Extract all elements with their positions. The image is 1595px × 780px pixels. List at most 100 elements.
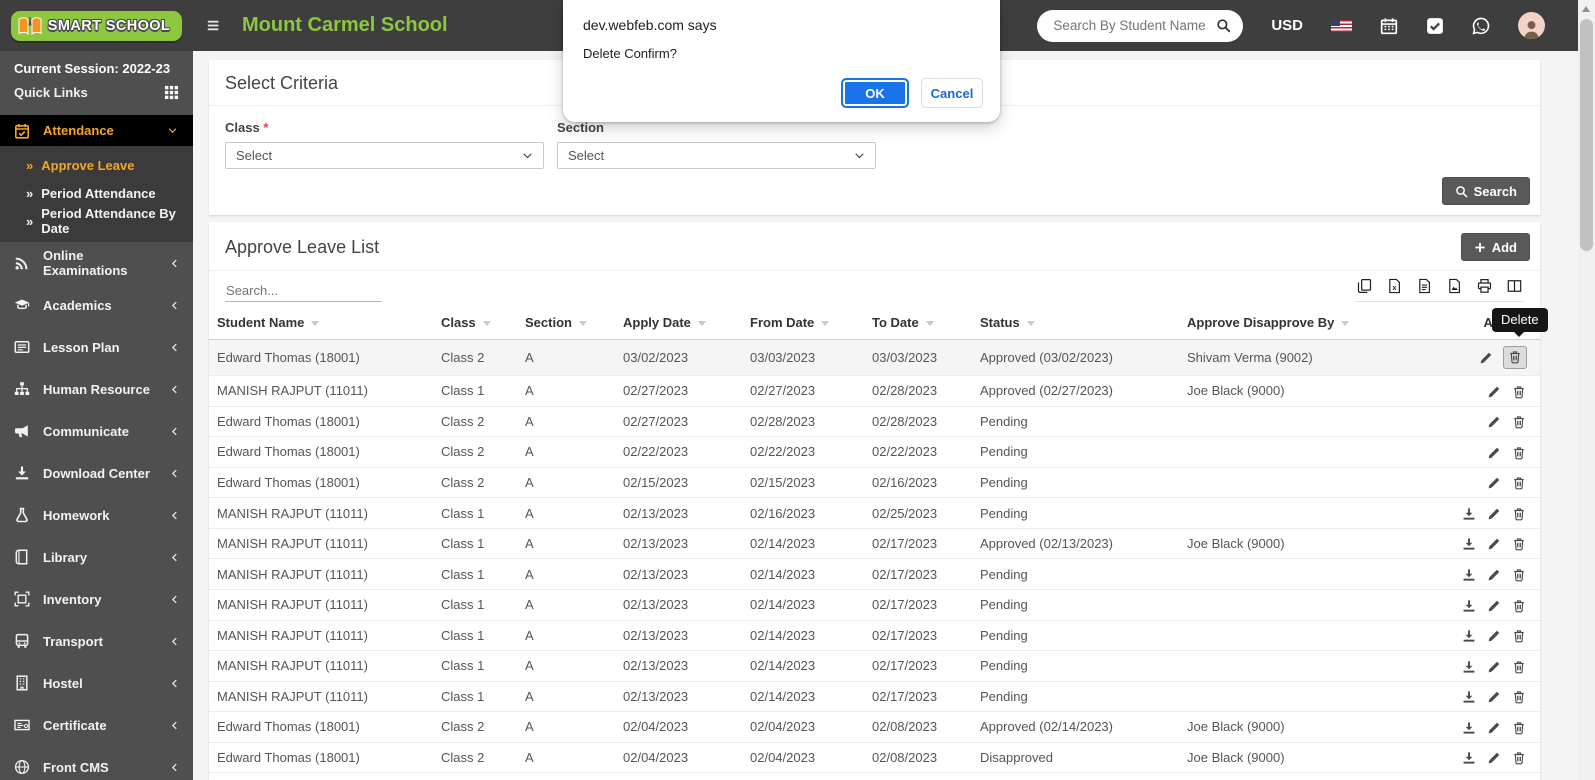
whatsapp-icon[interactable] — [1472, 17, 1490, 35]
delete-button[interactable] — [1512, 537, 1526, 551]
cell-class: Class 2 — [433, 772, 517, 780]
cell-apply_date: 02/13/2023 — [615, 650, 742, 682]
delete-button[interactable] — [1512, 568, 1526, 582]
sidebar-subitem-period-attendance[interactable]: » Period Attendance — [0, 179, 193, 207]
page-scrollbar[interactable] — [1578, 0, 1595, 780]
dialog-ok-button[interactable]: OK — [841, 78, 909, 108]
download-button[interactable] — [1462, 507, 1476, 521]
csv-icon[interactable] — [1417, 278, 1432, 294]
sidebar-item-hostel[interactable]: Hostel — [0, 662, 193, 704]
class-select[interactable]: Select — [225, 142, 544, 169]
column-header-from-date[interactable]: From Date — [742, 306, 864, 340]
sidebar-item-inventory[interactable]: Inventory — [0, 578, 193, 620]
quick-links[interactable]: Quick Links — [0, 76, 193, 112]
column-header-status[interactable]: Status — [972, 306, 1179, 340]
delete-button[interactable] — [1512, 476, 1526, 490]
delete-button[interactable] — [1512, 385, 1526, 399]
edit-button[interactable] — [1487, 690, 1501, 704]
download-button[interactable] — [1462, 660, 1476, 674]
avatar[interactable] — [1518, 12, 1545, 39]
currency-selector[interactable]: USD — [1271, 17, 1303, 34]
download-button[interactable] — [1462, 568, 1476, 582]
sidebar-item-download-center[interactable]: Download Center — [0, 452, 193, 494]
columns-icon[interactable] — [1507, 278, 1522, 294]
sidebar-item-front-cms[interactable]: Front CMS — [0, 746, 193, 780]
download-button[interactable] — [1462, 690, 1476, 704]
sidebar-subitem-period-attendance-by-date[interactable]: » Period Attendance By Date — [0, 206, 193, 236]
edit-button[interactable] — [1487, 415, 1501, 429]
sidebar-item-library[interactable]: Library — [0, 536, 193, 578]
column-header-class[interactable]: Class — [433, 306, 517, 340]
edit-button[interactable] — [1487, 507, 1501, 521]
column-header-apply-date[interactable]: Apply Date — [615, 306, 742, 340]
edit-button[interactable] — [1487, 446, 1501, 460]
sidebar-item-transport[interactable]: Transport — [0, 620, 193, 662]
delete-button[interactable] — [1512, 721, 1526, 735]
sidebar-item-attendance[interactable]: Attendance — [0, 115, 193, 146]
sidebar-subitem-approve-leave[interactable]: » Approve Leave — [0, 151, 193, 179]
download-button[interactable] — [1462, 751, 1476, 765]
delete-button[interactable] — [1503, 346, 1527, 369]
edit-button[interactable] — [1487, 476, 1501, 490]
sidebar-item-certificate[interactable]: Certificate — [0, 704, 193, 746]
student-search-input[interactable] — [1053, 18, 1211, 33]
edit-button[interactable] — [1487, 385, 1501, 399]
table-search-input[interactable] — [225, 280, 382, 302]
delete-button[interactable] — [1512, 629, 1526, 643]
search-icon[interactable] — [1216, 18, 1231, 33]
sidebar-item-homework[interactable]: Homework — [0, 494, 193, 536]
logo-text: SMART SCHOOL — [47, 17, 171, 34]
delete-button[interactable] — [1512, 415, 1526, 429]
scrollbar-up-arrow[interactable] — [1582, 6, 1590, 12]
dialog-cancel-button[interactable]: Cancel — [921, 78, 983, 108]
calendar-icon[interactable] — [1380, 17, 1398, 35]
sidebar-item-communicate[interactable]: Communicate — [0, 410, 193, 452]
add-button[interactable]: Add — [1460, 233, 1530, 261]
delete-button[interactable] — [1512, 751, 1526, 765]
column-header-approve-disapprove-by[interactable]: Approve Disapprove By — [1179, 306, 1426, 340]
delete-button[interactable] — [1512, 599, 1526, 613]
class-label: Class * — [225, 120, 269, 135]
search-button[interactable]: Search — [1441, 177, 1530, 205]
sidebar-item-label: Human Resource — [43, 381, 150, 397]
cell-section: A — [517, 742, 615, 774]
hamburger-menu-icon[interactable] — [206, 19, 221, 32]
sidebar-item-human-resource[interactable]: Human Resource — [0, 368, 193, 410]
todo-check-icon[interactable] — [1426, 17, 1444, 35]
delete-button[interactable] — [1512, 660, 1526, 674]
download-button[interactable] — [1462, 599, 1476, 613]
cell-to_date: 02/17/2023 — [864, 528, 972, 560]
language-flag-icon[interactable] — [1331, 19, 1352, 32]
edit-button[interactable] — [1487, 537, 1501, 551]
print-icon[interactable] — [1477, 278, 1492, 294]
copy-icon[interactable] — [1357, 278, 1372, 294]
pdf-icon[interactable] — [1447, 278, 1462, 294]
column-header-section[interactable]: Section — [517, 306, 615, 340]
excel-icon[interactable]: x — [1387, 278, 1402, 294]
edit-button[interactable] — [1487, 660, 1501, 674]
column-header-student-name[interactable]: Student Name — [209, 306, 433, 340]
cell-apply_date: 02/22/2023 — [615, 436, 742, 468]
column-label: From Date — [750, 315, 815, 330]
delete-button[interactable] — [1512, 507, 1526, 521]
download-button[interactable] — [1462, 537, 1476, 551]
delete-button[interactable] — [1512, 446, 1526, 460]
cell-actions — [1426, 742, 1540, 774]
column-header-to-date[interactable]: To Date — [864, 306, 972, 340]
edit-button[interactable] — [1487, 751, 1501, 765]
sidebar-item-online-examinations[interactable]: Online Examinations — [0, 242, 193, 284]
sidebar-item-academics[interactable]: Academics — [0, 284, 193, 326]
cell-student: Edward Thomas (18001) — [209, 772, 433, 780]
delete-button[interactable] — [1512, 690, 1526, 704]
edit-button[interactable] — [1487, 629, 1501, 643]
download-button[interactable] — [1462, 721, 1476, 735]
sidebar-item-lesson-plan[interactable]: Lesson Plan — [0, 326, 193, 368]
scrollbar-thumb[interactable] — [1580, 19, 1593, 251]
edit-button[interactable] — [1487, 721, 1501, 735]
edit-button[interactable] — [1479, 351, 1493, 365]
download-button[interactable] — [1462, 629, 1476, 643]
edit-button[interactable] — [1487, 599, 1501, 613]
section-select[interactable]: Select — [557, 142, 876, 169]
edit-button[interactable] — [1487, 568, 1501, 582]
app-logo[interactable]: SMART SCHOOL — [0, 0, 193, 51]
